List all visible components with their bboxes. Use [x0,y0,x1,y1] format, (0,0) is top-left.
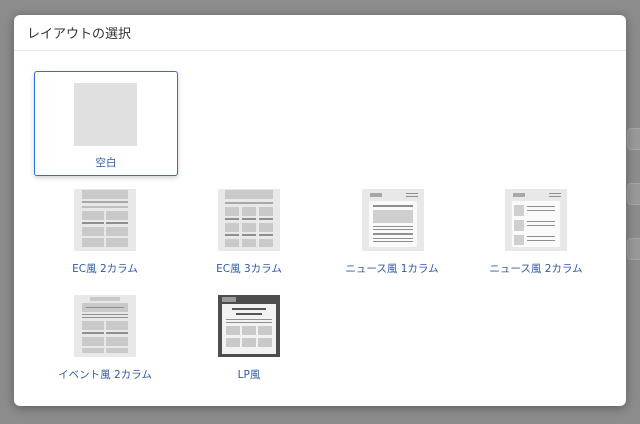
layout-label: LP風 [237,369,261,381]
layout-select-dialog: レイアウトの選択 空白 EC風 2カラム EC風 3カラム ニュース風 1カラム… [14,15,626,406]
dialog-title: レイアウトの選択 [27,27,132,42]
background-control [627,183,640,205]
layout-thumbnail-event-2col [74,295,136,357]
layout-option-news-2col[interactable]: ニュース風 2カラム [465,189,607,279]
layout-option-lp[interactable]: LP風 [178,295,320,385]
layout-option-event-2col[interactable]: イベント風 2カラム [34,295,176,385]
dialog-header: レイアウトの選択 [14,15,626,51]
layout-option-news-1col[interactable]: ニュース風 1カラム [321,189,463,279]
layout-label: ニュース風 1カラム [345,263,439,275]
layout-label: イベント風 2カラム [58,369,152,381]
layout-label: EC風 3カラム [216,263,282,275]
layout-label: EC風 2カラム [72,263,138,275]
layout-thumbnail-lp [218,295,280,357]
layout-thumbnail-news-2col [505,189,567,251]
layout-thumbnail-ec-3col [218,189,280,251]
layout-label: 空白 [95,157,117,169]
layout-option-ec-3col[interactable]: EC風 3カラム [178,189,320,279]
background-control [627,128,640,150]
layout-thumbnail-news-1col [362,189,424,251]
layout-thumbnail-blank [74,83,137,146]
layout-option-blank[interactable]: 空白 [34,71,178,176]
layout-label: ニュース風 2カラム [489,263,583,275]
layout-thumbnail-ec-2col [74,189,136,251]
background-control [627,238,640,260]
layout-option-ec-2col[interactable]: EC風 2カラム [34,189,176,279]
